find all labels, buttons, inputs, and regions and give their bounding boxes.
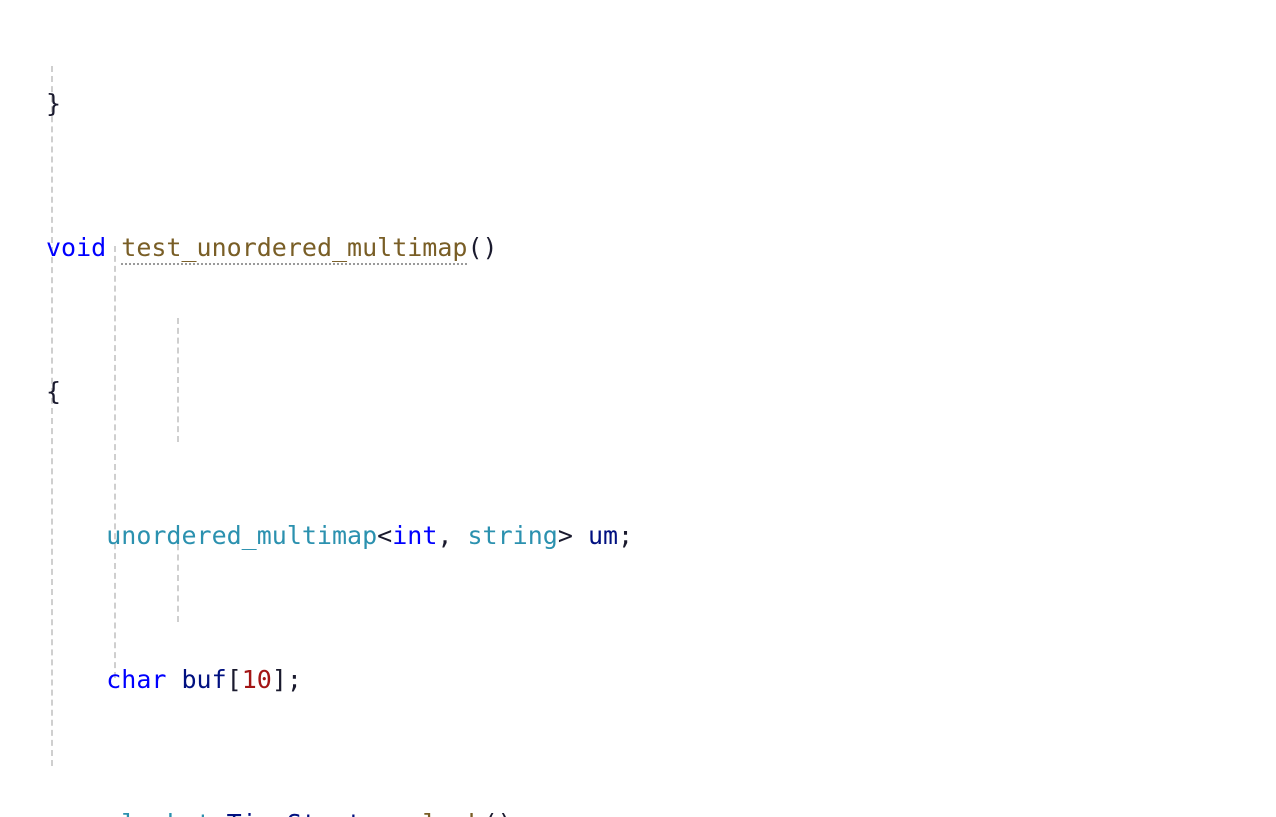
- token-assign: =: [377, 809, 392, 817]
- code-line[interactable]: unordered_multimap<int, string> um;: [0, 518, 1276, 554]
- token-semicolon: ;: [618, 521, 634, 550]
- token-parens: ();: [483, 809, 528, 817]
- code-line[interactable]: clock_t TimeStart = clock();: [0, 806, 1276, 817]
- token-comma: ,: [437, 521, 453, 550]
- token-function-name[interactable]: test_unordered_multimap: [121, 233, 468, 265]
- token-bracket: ];: [271, 665, 302, 694]
- token-keyword-void: void: [46, 233, 107, 262]
- code-line[interactable]: void test_unordered_multimap(): [0, 230, 1276, 266]
- token-parens: (): [467, 233, 498, 262]
- code-line[interactable]: char buf[10];: [0, 662, 1276, 698]
- code-text-surface[interactable]: } void test_unordered_multimap() { unord…: [0, 0, 1276, 817]
- code-editor-viewport[interactable]: } void test_unordered_multimap() { unord…: [0, 0, 1276, 817]
- token-type-unordered-multimap: unordered_multimap: [106, 521, 378, 550]
- token-angle: <: [377, 521, 393, 550]
- code-line[interactable]: }: [0, 86, 1276, 122]
- token-var-buf: buf: [181, 665, 227, 694]
- code-line[interactable]: {: [0, 374, 1276, 410]
- token-keyword-char: char: [106, 665, 167, 694]
- token-brace: {: [46, 377, 62, 406]
- token-number-10: 10: [241, 665, 272, 694]
- token-var-um: um: [587, 521, 619, 550]
- token-var-timestart: TimeStart: [227, 809, 362, 817]
- token-angle: >: [557, 521, 573, 550]
- token-function-clock: clock: [407, 809, 482, 817]
- token-keyword-int: int: [392, 521, 438, 550]
- token-type-string: string: [467, 521, 558, 550]
- token-type-clock-t: clock_t: [106, 809, 211, 817]
- token-brace: }: [46, 89, 62, 118]
- token-bracket: [: [226, 665, 242, 694]
